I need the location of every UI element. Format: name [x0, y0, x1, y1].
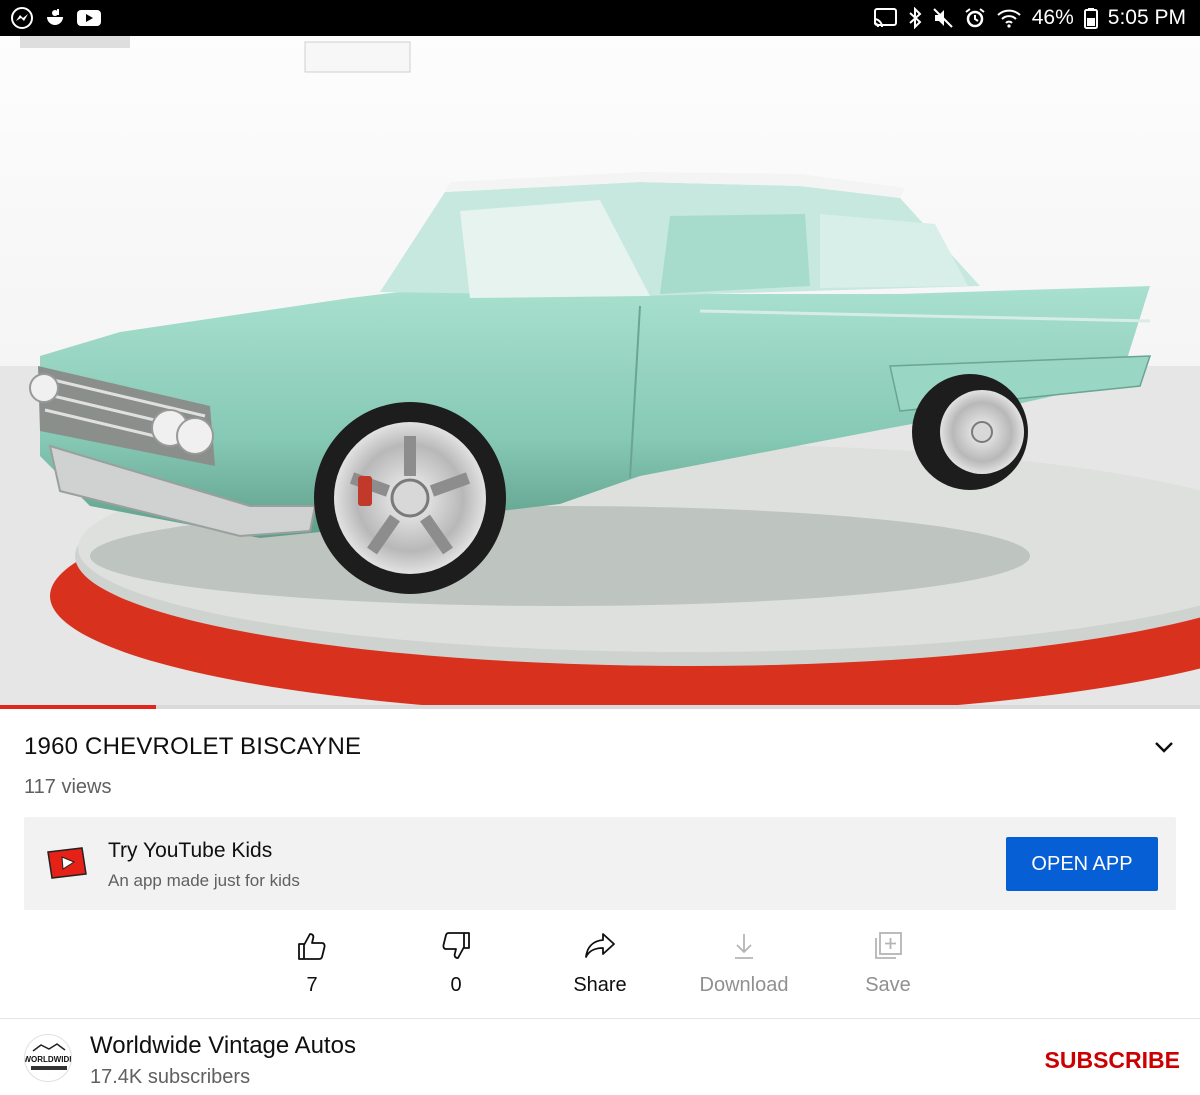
clock: 5:05 PM: [1107, 6, 1186, 29]
save-label: Save: [865, 974, 911, 996]
video-player[interactable]: [0, 36, 1200, 708]
share-button[interactable]: Share: [528, 926, 672, 1004]
view-count: 117 views: [24, 776, 112, 798]
action-bar: 7 0 Share Download Save: [240, 926, 960, 1004]
like-count: 7: [306, 974, 318, 996]
app-icon: [44, 7, 66, 29]
dislike-icon: [440, 926, 472, 966]
chevron-down-icon[interactable]: [1150, 735, 1178, 759]
video-frame-car: [0, 36, 1200, 708]
download-label: Download: [699, 974, 789, 996]
open-app-button[interactable]: OPEN APP: [1006, 837, 1158, 891]
messenger-icon: [10, 6, 34, 30]
save-playlist-icon: [872, 926, 904, 966]
status-bar: 46% 5:05 PM: [0, 0, 1200, 36]
bluetooth-icon: [908, 7, 922, 29]
promo-subtitle: An app made just for kids: [108, 871, 300, 890]
youtube-kids-icon: [44, 846, 88, 885]
save-button[interactable]: Save: [816, 926, 960, 1004]
dislike-count: 0: [450, 974, 462, 996]
like-icon: [296, 926, 328, 966]
mute-icon: [932, 7, 954, 29]
video-progress-bar[interactable]: [0, 705, 1200, 709]
avatar-text: WORLDWIDE: [25, 1055, 72, 1064]
share-icon: [583, 926, 617, 966]
share-label: Share: [573, 974, 627, 996]
subscriber-count: 17.4K subscribers: [90, 1066, 251, 1088]
youtube-icon: [76, 8, 102, 28]
video-progress-fill: [0, 705, 156, 709]
alarm-icon: [964, 7, 986, 29]
wifi-icon: [996, 7, 1022, 29]
dislike-button[interactable]: 0: [384, 926, 528, 1004]
battery-icon: [1083, 7, 1098, 29]
channel-name[interactable]: Worldwide Vintage Autos: [90, 1032, 356, 1060]
channel-avatar[interactable]: WORLDWIDE: [24, 1034, 72, 1082]
youtube-kids-promo: Try YouTube Kids An app made just for ki…: [24, 817, 1176, 910]
battery-percent: 46%: [1031, 6, 1074, 29]
like-button[interactable]: 7: [240, 926, 384, 1004]
cast-icon: [872, 7, 898, 29]
divider: [0, 1018, 1200, 1019]
video-title: 1960 CHEVROLET BISCAYNE: [24, 733, 362, 760]
download-icon: [729, 926, 759, 966]
promo-title: Try YouTube Kids: [108, 839, 273, 862]
subscribe-button[interactable]: SUBSCRIBE: [1040, 1044, 1180, 1076]
download-button[interactable]: Download: [672, 926, 816, 1004]
